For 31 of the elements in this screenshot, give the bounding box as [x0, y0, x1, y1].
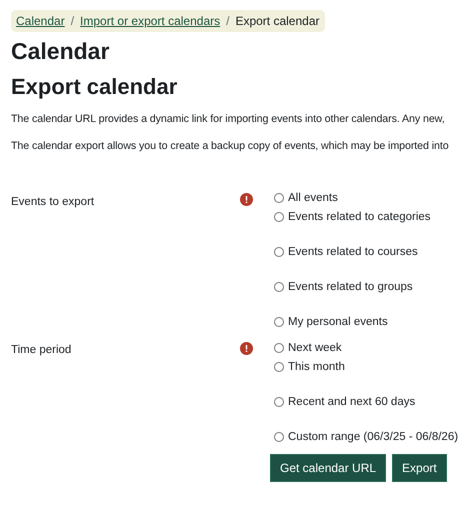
radio-button[interactable] — [274, 247, 284, 257]
radio-button[interactable] — [274, 282, 284, 292]
description-text: The calendar URL provides a dynamic link for importing events into other calendars. Any new, — [11, 112, 446, 126]
radio-option[interactable]: Events related to categories — [274, 210, 474, 224]
radio-button[interactable] — [274, 397, 284, 407]
breadcrumb-current: Export calendar — [235, 14, 320, 28]
radio-button[interactable] — [274, 212, 284, 222]
field-label: Time period — [11, 343, 72, 357]
radio-button[interactable] — [274, 193, 284, 203]
radio-button[interactable] — [274, 362, 284, 372]
section-title: Export calendar — [11, 73, 178, 101]
field-label: Events to export — [11, 195, 96, 209]
page-title: Calendar — [11, 37, 110, 66]
radio-option[interactable]: My personal events — [274, 315, 474, 329]
description-text: The calendar export allows you to create a backup copy of events, which may be imported into — [11, 139, 450, 153]
radio-option[interactable]: Recent and next 60 days — [274, 395, 474, 409]
radio-option[interactable]: Events related to groups — [274, 280, 474, 294]
breadcrumb-separator: / — [226, 14, 230, 28]
breadcrumb-link[interactable]: Calendar — [16, 14, 65, 28]
radio-option[interactable]: This month — [274, 360, 474, 374]
breadcrumb-link[interactable]: Import or export calendars — [80, 14, 220, 28]
radio-option[interactable]: Next week — [274, 341, 474, 355]
radio-option[interactable]: Custom range (06/3/25 - 06/8/26) — [274, 430, 474, 444]
get-url-button[interactable]: Get calendar URL — [270, 454, 386, 482]
breadcrumb-separator: / — [70, 14, 74, 28]
radio-option[interactable]: Events related to courses — [274, 245, 474, 259]
radio-button[interactable] — [274, 317, 284, 327]
radio-option[interactable]: All events — [274, 191, 474, 205]
radio-button[interactable] — [274, 343, 284, 353]
export-button[interactable]: Export — [392, 454, 447, 482]
radio-button[interactable] — [274, 432, 284, 442]
